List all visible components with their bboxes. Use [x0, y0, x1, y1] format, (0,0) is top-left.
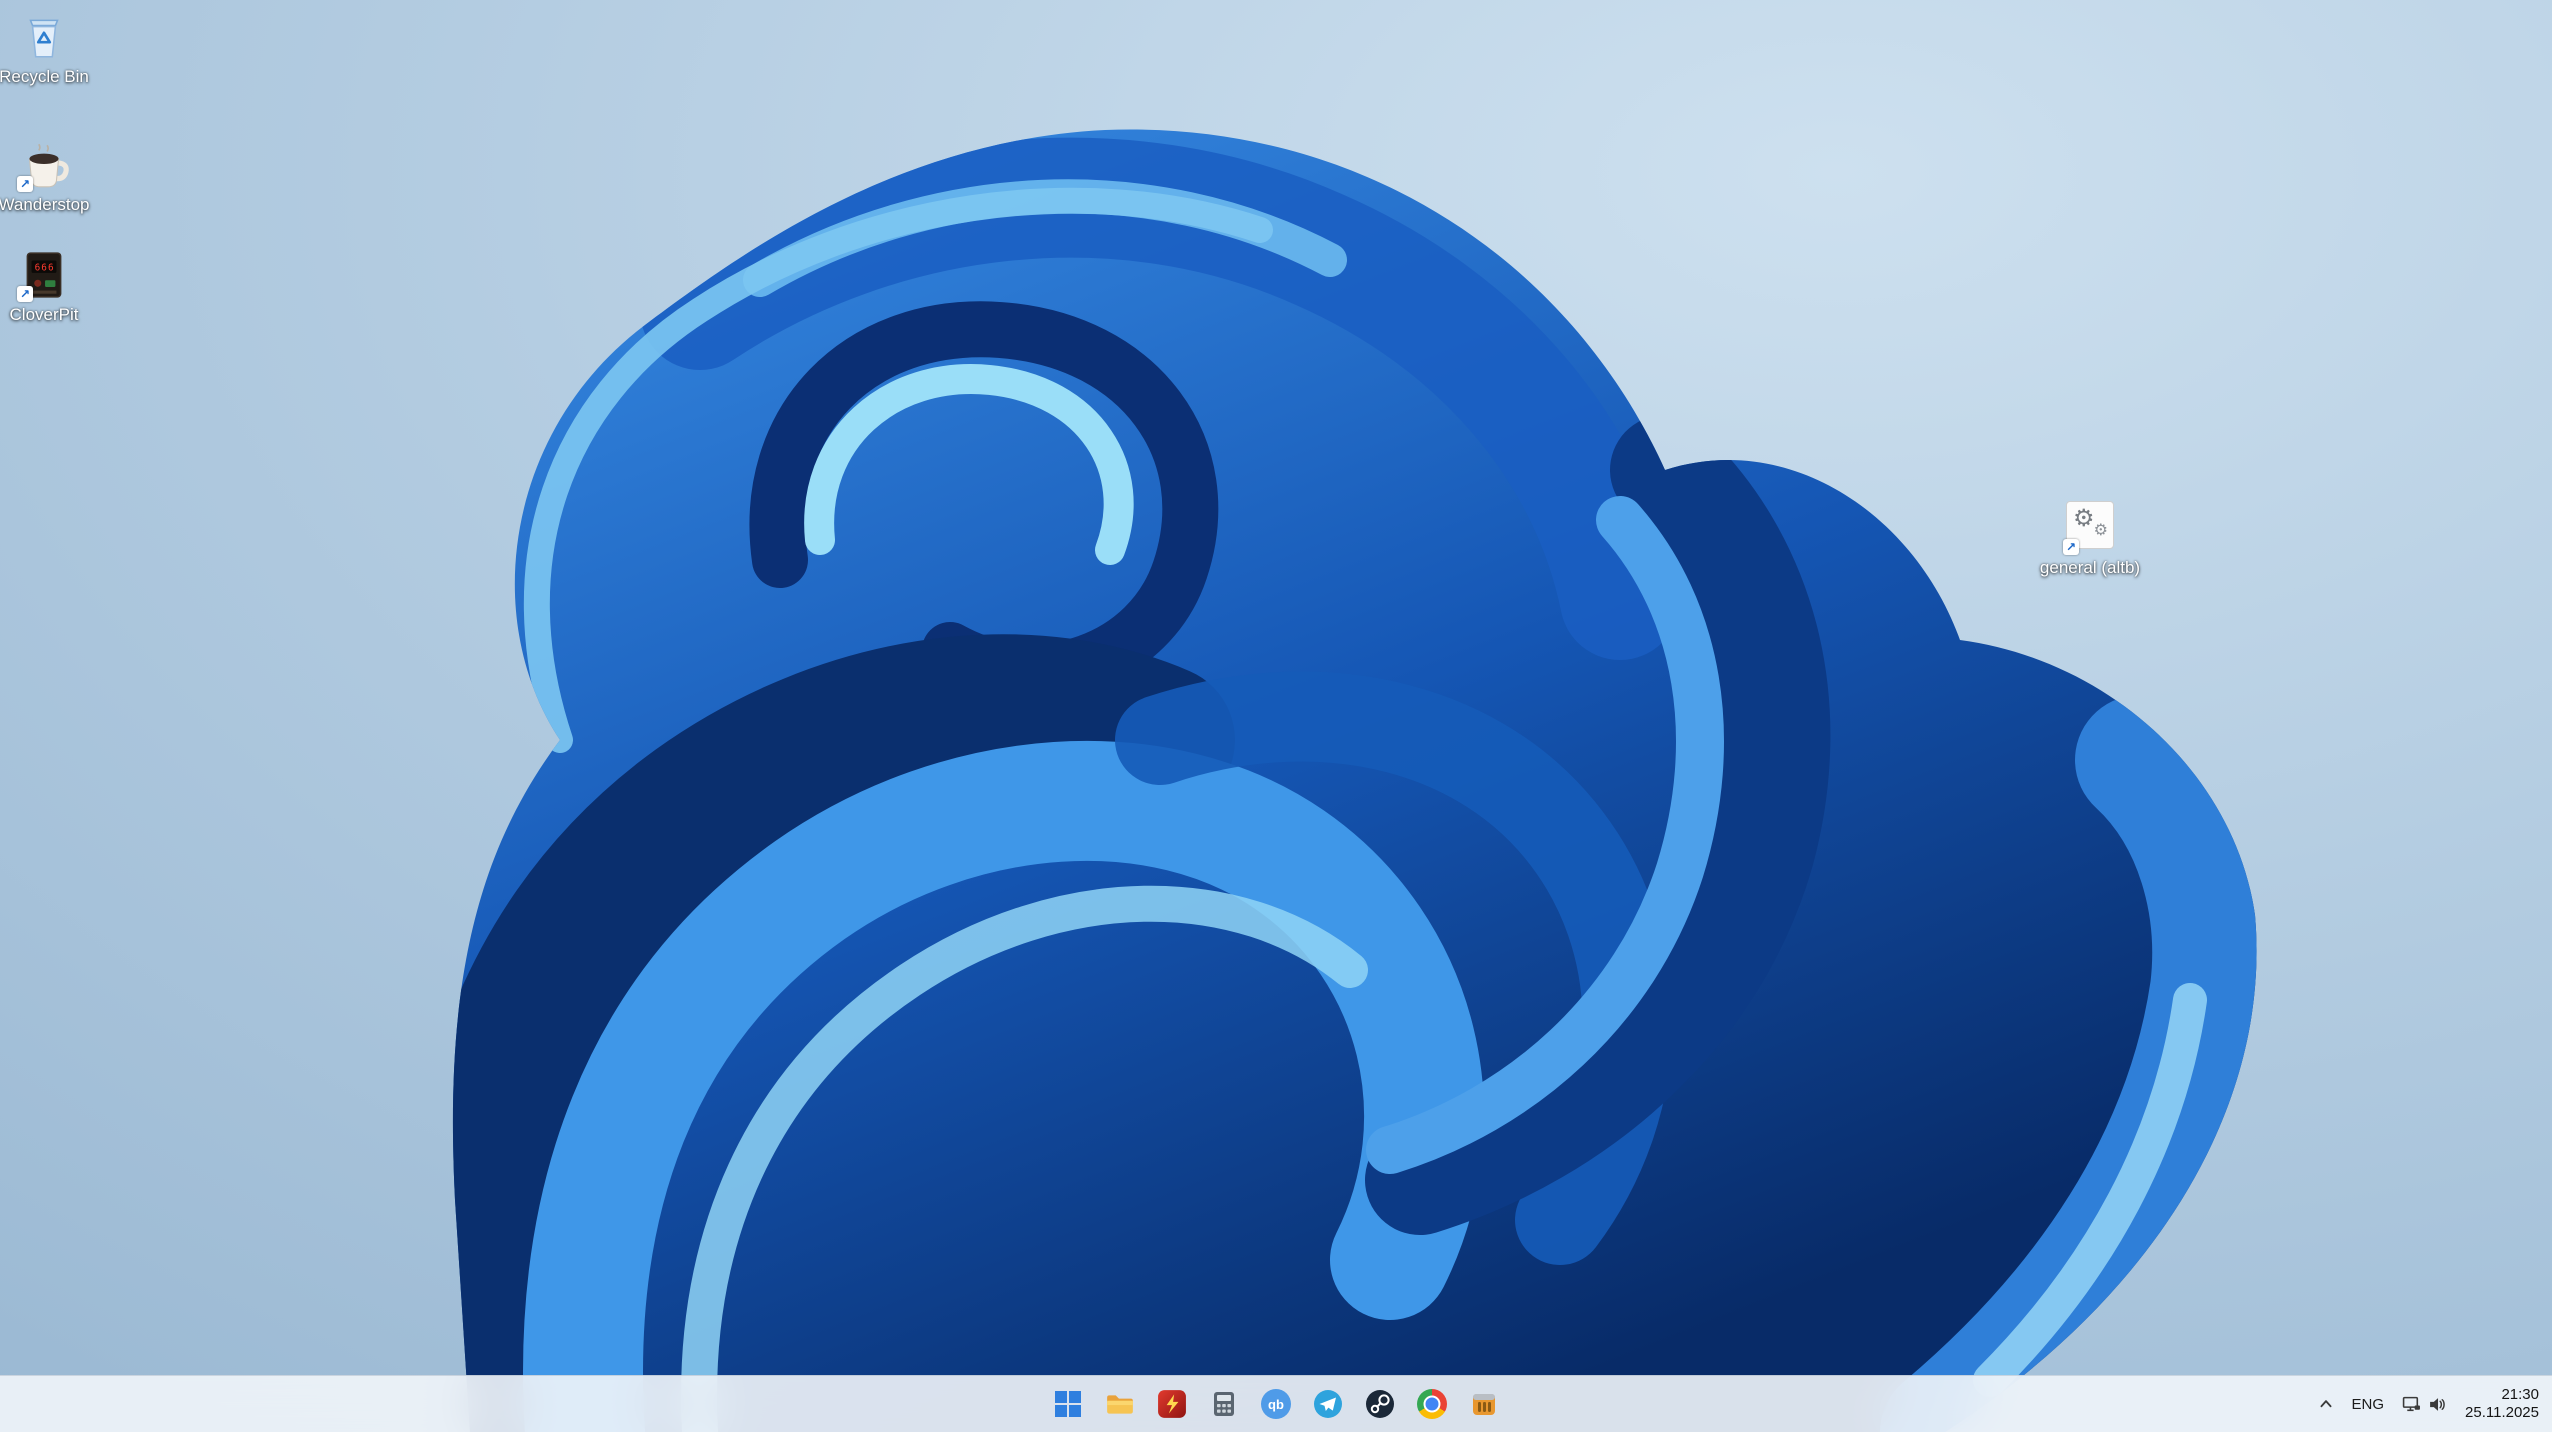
volume-icon — [2430, 1397, 2445, 1411]
steam-icon — [1366, 1390, 1394, 1418]
file-explorer-button[interactable] — [1097, 1381, 1143, 1427]
calculator-icon — [1214, 1392, 1234, 1416]
shortcut-arrow-icon: ↗ — [2063, 539, 2079, 555]
settings-shortcut-icon: ⚙ ⚙ ↗ — [2063, 501, 2117, 555]
red-game-button[interactable] — [1149, 1381, 1195, 1427]
orange-game-icon — [1473, 1394, 1495, 1415]
clock[interactable]: 21:30 25.11.2025 — [2458, 1382, 2546, 1426]
wallpaper-bloom — [452, 129, 2257, 1432]
qbittorrent-icon: qb — [1261, 1389, 1291, 1419]
desktop-icon-general-altb[interactable]: ⚙ ⚙ ↗ general (altb) — [2030, 498, 2150, 578]
chrome-icon — [1417, 1389, 1447, 1419]
chrome-button[interactable] — [1409, 1381, 1455, 1427]
network-icon — [2402, 1396, 2420, 1411]
language-indicator[interactable]: ENG — [2345, 1382, 2392, 1426]
desktop[interactable]: Recycle Bin ↗ Wanderstop 666 ↗ CloverPit… — [0, 0, 2552, 1432]
desktop-icon-wanderstop[interactable]: ↗ Wanderstop — [0, 138, 104, 215]
tray-overflow-chevron-button[interactable] — [2311, 1382, 2341, 1426]
system-tray: ENG 21:30 25.11.2025 — [2311, 1376, 2546, 1432]
cloverpit-display-text: 666 — [35, 262, 55, 273]
qbittorrent-button[interactable]: qb — [1253, 1381, 1299, 1427]
folder-icon — [1107, 1395, 1133, 1414]
steam-button[interactable] — [1357, 1381, 1403, 1427]
telegram-button[interactable] — [1305, 1381, 1351, 1427]
chevron-up-icon — [2320, 1400, 2332, 1408]
orange-game-button[interactable] — [1461, 1381, 1507, 1427]
desktop-icon-cloverpit[interactable]: 666 ↗ CloverPit — [0, 248, 104, 325]
language-label: ENG — [2351, 1395, 2385, 1413]
tray-time: 21:30 — [2501, 1386, 2539, 1403]
gear-icon: ⚙ — [2073, 504, 2095, 532]
coffee-cup-icon: ↗ — [17, 138, 71, 192]
telegram-icon — [1314, 1390, 1342, 1418]
qbittorrent-label: qb — [1268, 1396, 1284, 1412]
slot-machine-icon: 666 ↗ — [17, 248, 71, 302]
red-game-icon — [1158, 1390, 1186, 1418]
start-button[interactable] — [1045, 1381, 1091, 1427]
desktop-icon-label: CloverPit — [9, 305, 79, 324]
gear-icon: ⚙ — [2093, 520, 2108, 539]
taskbar-app-group: qb — [1045, 1376, 1507, 1432]
tray-date: 25.11.2025 — [2465, 1404, 2539, 1421]
shortcut-arrow-icon: ↗ — [17, 286, 33, 302]
taskbar: qb ENG 21:30 25.11.2025 — [0, 1375, 2552, 1432]
windows-logo-icon — [1055, 1391, 1081, 1417]
desktop-icon-label: general (altb) — [2039, 558, 2141, 577]
shortcut-arrow-icon: ↗ — [17, 176, 33, 192]
desktop-icon-recycle-bin[interactable]: Recycle Bin — [0, 10, 104, 87]
calculator-button[interactable] — [1201, 1381, 1247, 1427]
desktop-icon-label: Recycle Bin — [0, 67, 89, 86]
network-volume-button[interactable] — [2395, 1382, 2454, 1426]
recycle-bin-icon — [17, 10, 71, 64]
desktop-icon-label: Wanderstop — [0, 195, 90, 214]
